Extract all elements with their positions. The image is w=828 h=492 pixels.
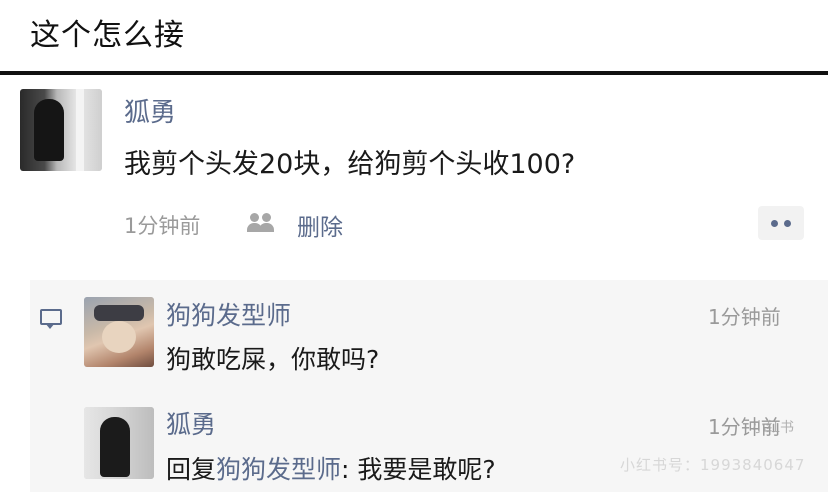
post-timestamp: 1分钟前 [124,214,201,238]
comment-timestamp: 1分钟前 [708,305,781,329]
comment-avatar[interactable] [84,297,154,367]
reply-target-name[interactable]: 狗狗发型师 [216,455,341,484]
more-dots-icon [784,220,791,227]
avatar-photo-detail [94,305,144,321]
avatar-figure [100,417,130,477]
header: 这个怎么接 [0,0,828,72]
page-title: 这个怎么接 [30,18,185,53]
post-author-avatar[interactable] [20,89,102,171]
avatar-photo-detail [102,321,136,353]
watermark-id: 小红书号：1993840647 [620,456,806,474]
reply-separator: : [341,455,358,484]
delete-button[interactable]: 删除 [297,208,343,242]
reply-prefix: 回复 [166,455,217,484]
comment-author-name[interactable]: 狗狗发型师 [166,296,291,332]
comment-text[interactable]: 狗敢吃屎，你敢吗? [166,340,379,376]
watermark-logo: 小红书 [752,420,794,436]
avatar-figure [34,99,64,161]
people-icon [247,212,277,234]
header-divider [0,71,828,75]
comment-avatar[interactable] [84,407,154,479]
comment-author-name[interactable]: 狐勇 [166,405,216,441]
post-text: 我剪个头发20块，给狗剪个头收100? [124,149,576,180]
comment-icon[interactable] [40,309,62,329]
reply-text: 我要是敢呢? [357,455,496,484]
avatar-photo-detail [76,89,84,171]
post-author-name[interactable]: 狐勇 [124,92,176,129]
comment-text[interactable]: 回复狗狗发型师: 我要是敢呢? [166,450,496,486]
more-dots-icon [771,220,778,227]
more-options-button[interactable] [758,206,804,240]
